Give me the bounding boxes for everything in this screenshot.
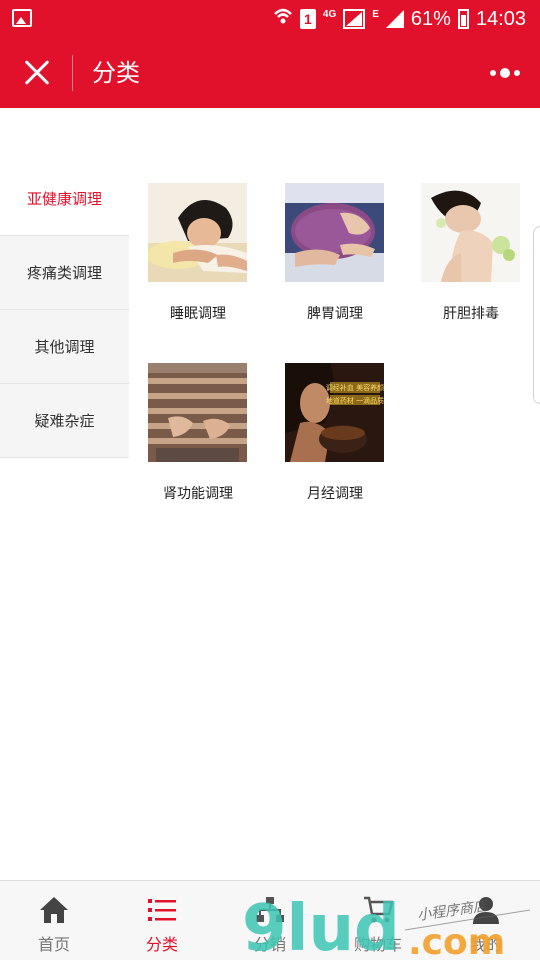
sim-slot-badge: 1 — [299, 9, 316, 29]
sleeping-woman-image — [148, 183, 247, 282]
sidebar-item-difficult[interactable]: 疑难杂症 — [0, 384, 129, 458]
tab-label: 我的 — [469, 935, 502, 954]
user-icon — [473, 897, 499, 924]
category-label: 脾胃调理 — [307, 306, 363, 322]
tea-woman-image: 调经补血 美容养颜 地道药材 一滴品质 — [285, 363, 384, 462]
page-title: 分类 — [92, 59, 140, 87]
sidebar-item-subhealth[interactable]: 亚健康调理 — [0, 162, 129, 236]
hot-water-bottle-image — [285, 183, 384, 282]
more-options-button[interactable] — [490, 62, 522, 84]
signal-strength-icon-2 — [385, 10, 404, 28]
tab-label: 分销 — [253, 935, 286, 954]
network-type: 4G — [322, 8, 337, 20]
category-sidebar: 亚健康调理 疼痛类调理 其他调理 疑难杂症 — [0, 162, 129, 458]
network-type-secondary: E — [372, 8, 379, 20]
home-icon — [40, 897, 68, 923]
category-label: 肝胆排毒 — [443, 306, 499, 322]
wifi-icon — [273, 6, 293, 32]
category-label: 肾功能调理 — [163, 486, 233, 502]
signal-strength-icon — [343, 9, 366, 29]
sidebar-item-other[interactable]: 其他调理 — [0, 310, 129, 384]
tab-cart[interactable]: 购物车 — [324, 881, 432, 960]
category-label: 睡眠调理 — [170, 306, 226, 322]
more-dot-icon — [500, 68, 510, 78]
category-card-stomach[interactable]: 脾胃调理 — [275, 183, 395, 323]
list-icon — [148, 899, 176, 921]
more-dot-icon — [490, 70, 496, 76]
status-indicators: 1 4G E 61% 14:03 — [273, 6, 526, 32]
category-card-sleep[interactable]: 睡眠调理 — [138, 183, 258, 323]
clock: 14:03 — [475, 7, 526, 30]
more-dot-icon — [514, 70, 520, 76]
back-massage-image — [148, 363, 247, 462]
cart-icon — [364, 896, 393, 923]
category-card-menstrual[interactable]: 调经补血 美容养颜 地道药材 一滴品质 月经调理 — [275, 363, 395, 503]
tea-poster-line-2: 地道药材 一滴品质 — [326, 396, 384, 405]
sitemap-icon — [256, 897, 284, 922]
category-card-liver[interactable]: 肝胆排毒 — [411, 183, 531, 323]
scroll-indicator[interactable] — [533, 226, 540, 404]
status-bar: 1 4G E 61% 14:03 — [0, 0, 540, 38]
tab-label: 购物车 — [353, 935, 402, 954]
battery-icon — [457, 9, 469, 29]
category-card-kidney[interactable]: 肾功能调理 — [138, 363, 258, 503]
tab-label: 首页 — [37, 935, 70, 954]
category-label: 月经调理 — [307, 486, 363, 502]
gallery-notification-icon — [12, 9, 32, 27]
close-icon[interactable] — [18, 54, 56, 92]
app-header: 分类 — [0, 38, 540, 108]
battery-percent: 61% — [410, 7, 451, 30]
header-divider — [72, 55, 73, 91]
tab-distribution[interactable]: 分销 — [216, 881, 324, 960]
tab-home[interactable]: 首页 — [0, 881, 108, 960]
bottom-tab-bar: 首页 分类 分销 购物车 我的 — [0, 880, 540, 960]
tab-profile[interactable]: 我的 — [432, 881, 540, 960]
sidebar-item-pain[interactable]: 疼痛类调理 — [0, 236, 129, 310]
tab-category[interactable]: 分类 — [108, 881, 216, 960]
spa-woman-image — [421, 183, 520, 282]
tab-label: 分类 — [145, 935, 178, 954]
tea-poster-line-1: 调经补血 美容养颜 — [326, 383, 384, 392]
